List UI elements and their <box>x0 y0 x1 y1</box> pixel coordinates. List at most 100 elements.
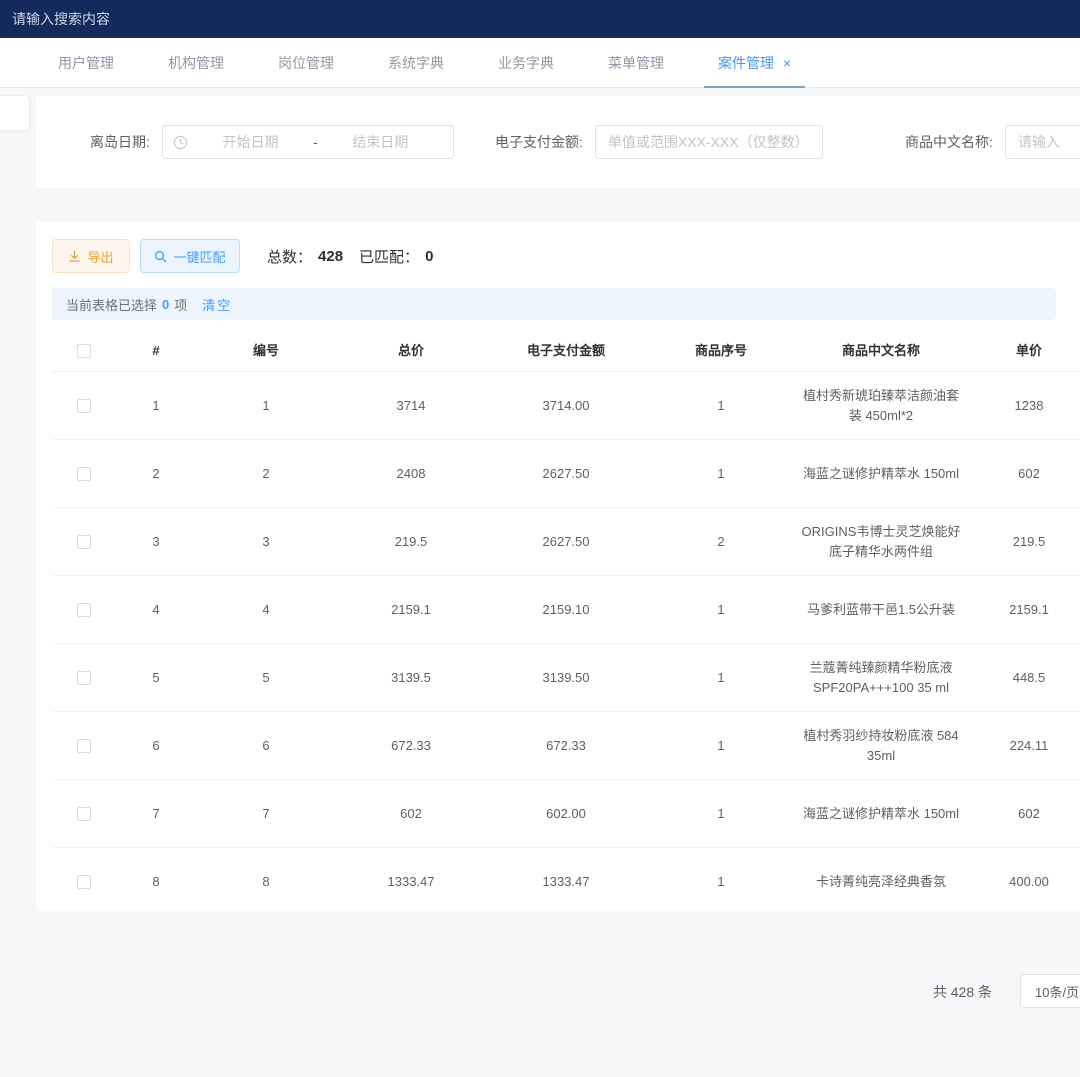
column-header-code[interactable]: 编号 <box>196 341 336 361</box>
cell-total-price: 672.33 <box>336 724 486 768</box>
tab-item[interactable]: 业务字典 <box>478 38 574 87</box>
row-checkbox[interactable] <box>77 671 91 685</box>
table-row[interactable]: 5 5 3139.5 3139.50 1 兰蔻菁纯臻颜精华粉底液SPF20PA+… <box>52 644 1080 712</box>
table-toolbar: 导出 一键匹配 总数： 428 已匹配： 0 <box>52 238 1080 274</box>
cell-epay-amount: 2159.10 <box>486 588 646 632</box>
cell-product-seq: 1 <box>646 452 796 496</box>
table-row[interactable]: 6 6 672.33 672.33 1 植村秀羽纱持妆粉底液 584 35ml … <box>52 712 1080 780</box>
row-checkbox[interactable] <box>77 467 91 481</box>
total-count-label: 总数： <box>267 246 312 267</box>
cell-code: 6 <box>196 724 336 768</box>
product-name-filter-group: 商品中文名称: <box>905 125 1080 159</box>
tab-item[interactable]: 机构管理 <box>148 38 244 87</box>
pagination-total: 共 428 条 <box>933 982 992 1002</box>
tab-label: 业务字典 <box>498 53 554 73</box>
cell-epay-amount: 672.33 <box>486 724 646 768</box>
tab-item[interactable]: 用户管理 <box>38 38 134 87</box>
cell-epay-amount: 3139.50 <box>486 656 646 700</box>
cell-index: 8 <box>116 860 196 904</box>
one-click-match-button[interactable]: 一键匹配 <box>140 239 240 273</box>
date-filter-group: 离岛日期: 开始日期 - 结束日期 <box>90 125 454 159</box>
table-body: 1 1 3714 3714.00 1 植村秀新琥珀臻萃洁颜油套装 450ml*2… <box>52 372 1080 908</box>
column-header-product-seq[interactable]: 商品序号 <box>646 341 796 361</box>
cell-total-price: 2408 <box>336 452 486 496</box>
column-header-index[interactable]: # <box>116 341 196 361</box>
cell-code: 4 <box>196 588 336 632</box>
cell-product-name: 植村秀羽纱持妆粉底液 584 35ml <box>796 714 966 778</box>
column-header-product-name[interactable]: 商品中文名称 <box>796 341 966 361</box>
cell-total-price: 219.5 <box>336 520 486 564</box>
row-checkbox[interactable] <box>77 603 91 617</box>
table-header-row: # 编号 总价 电子支付金额 商品序号 商品中文名称 单价 <box>52 330 1080 372</box>
tab-label: 岗位管理 <box>278 53 334 73</box>
column-header-total-price[interactable]: 总价 <box>336 341 486 361</box>
match-stats: 总数： 428 已匹配： 0 <box>267 246 443 267</box>
tab-item[interactable]: 岗位管理 <box>258 38 354 87</box>
cell-unit-price: 448.5 <box>966 656 1080 700</box>
tab-item[interactable]: 菜单管理 <box>588 38 684 87</box>
column-header-unit-price[interactable]: 单价 <box>966 341 1080 361</box>
cell-total-price: 3714 <box>336 384 486 428</box>
export-button-label: 导出 <box>87 247 113 266</box>
tab-label: 机构管理 <box>168 53 224 73</box>
epay-amount-input[interactable] <box>595 125 823 159</box>
clear-selection-button[interactable]: 清空 <box>202 295 232 314</box>
end-date-input[interactable]: 结束日期 <box>318 132 443 152</box>
selection-prefix: 当前表格已选择 <box>66 295 157 314</box>
page-size-select[interactable]: 10条/页 <box>1020 974 1080 1008</box>
cell-unit-price: 2159.1 <box>966 588 1080 632</box>
tab-label: 系统字典 <box>388 53 444 73</box>
cell-index: 3 <box>116 520 196 564</box>
collapsed-panel-toggle[interactable] <box>0 95 30 131</box>
data-table: # 编号 总价 电子支付金额 商品序号 商品中文名称 单价 1 1 3714 3… <box>52 330 1080 908</box>
row-checkbox[interactable] <box>77 399 91 413</box>
cell-epay-amount: 602.00 <box>486 792 646 836</box>
cell-total-price: 602 <box>336 792 486 836</box>
table-row[interactable]: 1 1 3714 3714.00 1 植村秀新琥珀臻萃洁颜油套装 450ml*2… <box>52 372 1080 440</box>
cell-index: 6 <box>116 724 196 768</box>
date-range-input[interactable]: 开始日期 - 结束日期 <box>162 125 454 159</box>
table-row[interactable]: 2 2 2408 2627.50 1 海蓝之谜修护精萃水 150ml 602 <box>52 440 1080 508</box>
tab-label: 菜单管理 <box>608 53 664 73</box>
column-header-epay-amount[interactable]: 电子支付金额 <box>486 341 646 361</box>
cell-code: 2 <box>196 452 336 496</box>
row-checkbox[interactable] <box>77 535 91 549</box>
epay-filter-label: 电子支付金额: <box>495 132 583 152</box>
cell-epay-amount: 1333.47 <box>486 860 646 904</box>
cell-index: 7 <box>116 792 196 836</box>
table-row[interactable]: 4 4 2159.1 2159.10 1 马爹利蓝带干邑1.5公升装 2159.… <box>52 576 1080 644</box>
select-all-checkbox[interactable] <box>77 344 91 358</box>
cell-unit-price: 400.00 <box>966 860 1080 904</box>
table-row[interactable]: 7 7 602 602.00 1 海蓝之谜修护精萃水 150ml 602 <box>52 780 1080 848</box>
cell-product-name: ORIGINS韦博士灵芝焕能好底子精华水两件组 <box>796 510 966 574</box>
cell-product-name: 植村秀新琥珀臻萃洁颜油套装 450ml*2 <box>796 374 966 438</box>
selection-info-bar: 当前表格已选择 0 项 清空 <box>52 288 1056 320</box>
cell-product-seq: 1 <box>646 384 796 428</box>
cell-index: 4 <box>116 588 196 632</box>
tab-item[interactable]: 案件管理 × <box>698 38 811 87</box>
product-name-input[interactable] <box>1005 125 1080 159</box>
cell-epay-amount: 2627.50 <box>486 452 646 496</box>
table-row[interactable]: 8 8 1333.47 1333.47 1 卡诗菁纯亮泽经典香氛 400.00 <box>52 848 1080 908</box>
tab-item[interactable]: 系统字典 <box>368 38 464 87</box>
total-count-value: 428 <box>318 248 343 265</box>
cell-product-seq: 1 <box>646 588 796 632</box>
row-checkbox[interactable] <box>77 875 91 889</box>
row-checkbox[interactable] <box>77 739 91 753</box>
topbar-search-input[interactable]: 请输入搜索内容 <box>12 9 110 29</box>
cell-unit-price: 602 <box>966 452 1080 496</box>
cell-code: 7 <box>196 792 336 836</box>
cell-unit-price: 219.5 <box>966 520 1080 564</box>
tab-close-icon[interactable]: × <box>783 55 791 71</box>
table-row[interactable]: 3 3 219.5 2627.50 2 ORIGINS韦博士灵芝焕能好底子精华水… <box>52 508 1080 576</box>
cell-total-price: 3139.5 <box>336 656 486 700</box>
row-checkbox[interactable] <box>77 807 91 821</box>
date-filter-label: 离岛日期: <box>90 132 150 152</box>
cell-product-name: 马爹利蓝带干邑1.5公升装 <box>796 588 966 632</box>
export-button[interactable]: 导出 <box>52 239 130 273</box>
case-table-panel: 导出 一键匹配 总数： 428 已匹配： 0 当前表格已选择 0 项 清空 <box>36 222 1080 910</box>
cell-code: 1 <box>196 384 336 428</box>
start-date-input[interactable]: 开始日期 <box>188 132 313 152</box>
filter-panel: 离岛日期: 开始日期 - 结束日期 电子支付金额: 商品中文名称: <box>36 96 1080 188</box>
cell-product-seq: 2 <box>646 520 796 564</box>
